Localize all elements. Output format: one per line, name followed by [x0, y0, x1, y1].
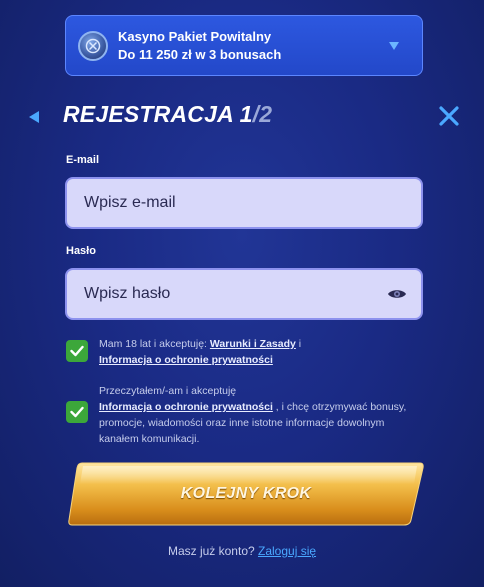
chevron-down-icon[interactable]: [388, 41, 400, 51]
consent-terms: Mam 18 lat i akceptuję: Warunki i Zasady…: [66, 336, 416, 368]
login-question: Masz już konto?: [167, 544, 258, 558]
next-step-button[interactable]: KOLEJNY KROK: [68, 462, 424, 526]
title-total: 2: [259, 101, 273, 127]
next-step-label: KOLEJNY KROK: [180, 485, 312, 502]
title-step: 1: [239, 101, 253, 127]
title-text: REJESTRACJA: [63, 101, 240, 127]
consent-text-part: Mam 18 lat i akceptuję:: [99, 338, 210, 350]
consent-text-part: i: [295, 338, 302, 350]
eye-icon[interactable]: [387, 287, 407, 301]
login-link[interactable]: Zaloguj się: [258, 544, 316, 558]
email-field[interactable]: Wpisz e-mail: [65, 177, 423, 229]
consent-text-part: Przeczytałem/-am i akceptuję: [99, 385, 237, 397]
back-arrow-icon[interactable]: [28, 110, 40, 124]
password-label: Hasło: [66, 245, 96, 257]
email-placeholder: Wpisz e-mail: [84, 194, 176, 211]
bonus-title: Kasyno Pakiet Powitalny: [118, 28, 272, 44]
marketing-consent-text: Przeczytałem/-am i akceptuję Informacja …: [99, 383, 416, 447]
casino-chip-icon: [78, 30, 108, 61]
privacy-link-2[interactable]: Informacja o ochronie prywatności: [99, 401, 273, 413]
terms-checkbox[interactable]: [66, 340, 88, 362]
marketing-checkbox[interactable]: [66, 401, 88, 423]
consent-marketing: Przeczytałem/-am i akceptuję Informacja …: [66, 383, 416, 447]
checkmark-icon: [70, 406, 84, 418]
checkmark-icon: [70, 345, 84, 357]
bonus-subtitle: Do 11 250 zł w 3 bonusach: [118, 46, 282, 62]
welcome-bonus-selector[interactable]: Kasyno Pakiet Powitalny Do 11 250 zł w 3…: [65, 15, 423, 76]
email-label: E-mail: [66, 154, 100, 166]
terms-link[interactable]: Warunki i Zasady: [210, 338, 296, 350]
privacy-link[interactable]: Informacja o ochronie prywatności: [99, 354, 273, 366]
page-title: REJESTRACJA 1/2: [63, 101, 272, 128]
password-field[interactable]: Wpisz hasło: [65, 268, 423, 320]
login-prompt: Masz już konto? Zaloguj się: [0, 544, 484, 558]
close-icon[interactable]: [438, 105, 460, 127]
password-placeholder: Wpisz hasło: [84, 285, 171, 302]
terms-consent-text: Mam 18 lat i akceptuję: Warunki i Zasady…: [99, 336, 301, 368]
